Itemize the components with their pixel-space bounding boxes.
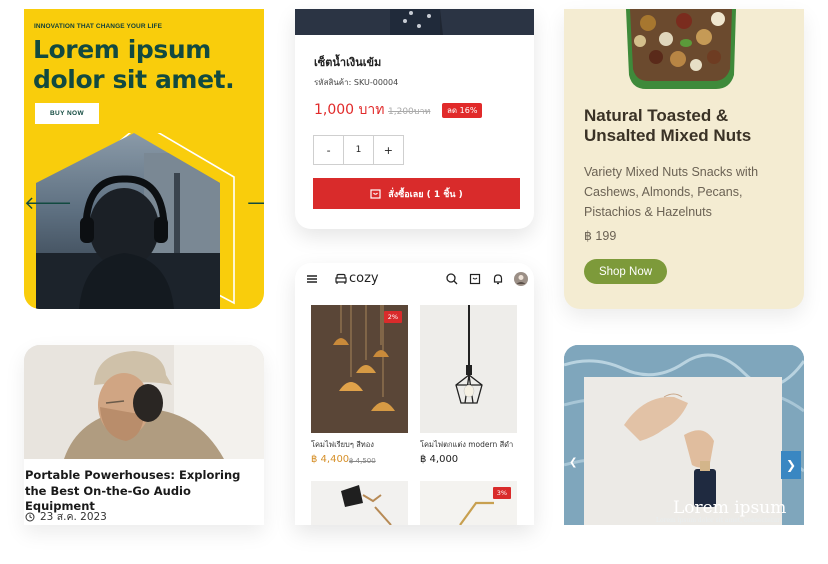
shop-topbar: cozy xyxy=(295,263,534,295)
buy-now-button[interactable]: BUY NOW xyxy=(35,103,99,124)
discount-badge: 3% xyxy=(492,487,511,499)
nuts-title: Natural Toasted & Unsalted Mixed Nuts xyxy=(584,106,752,145)
blog-date-row: 23 ส.ค. 2023 xyxy=(25,508,107,525)
black-geometric-lamp-image xyxy=(420,305,517,433)
blog-post-card[interactable]: Portable Powerhouses: Exploring the Best… xyxy=(24,345,264,525)
product-tile[interactable]: 2% xyxy=(311,305,408,433)
qty-minus-button[interactable]: - xyxy=(314,136,343,164)
product-name[interactable]: โคมไฟเรียบๆ สีทอง xyxy=(311,439,374,451)
gold-pendant-lamp-image xyxy=(311,305,408,433)
product-price: ฿ 4,000 xyxy=(420,454,459,465)
product-price: ฿ 4,400 xyxy=(311,454,350,465)
order-now-label: สั่งซื้อเลย ( 1 ชิ้น ) xyxy=(388,189,463,200)
promo-banner-card: INNOVATION THAT CHANGE YOUR LIFE Lorem i… xyxy=(24,9,264,309)
nuts-product-card: Natural Toasted & Unsalted Mixed Nuts Va… xyxy=(564,9,804,309)
discount-badge: ลด 16% xyxy=(442,103,483,118)
product-sku: รหัสสินค้า: SKU-00004 xyxy=(314,78,399,87)
arrow-left-icon[interactable]: 🡐 xyxy=(24,195,72,213)
product-old-price: 1,200บาท xyxy=(388,107,431,117)
qty-input[interactable]: 1 xyxy=(343,136,374,164)
product-tile[interactable] xyxy=(311,481,408,525)
promo-headline: Lorem ipsum dolor sit amet. xyxy=(33,35,235,94)
product-tile[interactable]: 3% xyxy=(420,481,517,525)
promo-hexagon-photo xyxy=(36,133,235,309)
blog-photo xyxy=(24,345,264,459)
order-now-button[interactable]: สั่งซื้อเลย ( 1 ชิ้น ) xyxy=(313,178,520,209)
arrow-right-icon[interactable]: 🡒 xyxy=(246,195,264,213)
image-carousel-card: ❮ ❯ Lorem ipsum Lorem ipsum dolor sit am… xyxy=(564,345,804,525)
shop-listing-card: cozy 2% โคมไฟเรียบๆ สีทอง ฿ 4,400 ฿ 4,50… xyxy=(295,263,534,525)
product-name[interactable]: โคมไฟตกแต่ง modern สีดำ xyxy=(420,439,513,451)
qty-plus-button[interactable]: + xyxy=(374,136,403,164)
product-old-price: ฿ 4,500 xyxy=(349,457,376,465)
product-price: 1,000 บาท xyxy=(314,102,385,118)
bag-icon[interactable] xyxy=(468,272,482,286)
brand-name: cozy xyxy=(349,271,379,286)
discount-badge: 2% xyxy=(383,311,402,323)
sofa-logo-icon xyxy=(335,273,347,284)
blog-date: 23 ส.ค. 2023 xyxy=(40,511,107,523)
promo-kicker: INNOVATION THAT CHANGE YOUR LIFE xyxy=(34,23,163,30)
product-detail-card: เซ็ตน้ำเงินเข้ม รหัสสินค้า: SKU-00004 1,… xyxy=(295,9,534,229)
search-icon[interactable] xyxy=(445,272,459,286)
cart-icon xyxy=(370,189,381,199)
product-name: เซ็ตน้ำเงินเข้ม xyxy=(314,56,382,69)
chevron-left-icon[interactable]: ❮ xyxy=(569,457,577,468)
spotlight-lamp-image xyxy=(311,481,408,525)
nuts-description: Variety Mixed Nuts Snacks with Cashews, … xyxy=(584,165,759,219)
clock-icon xyxy=(25,512,35,521)
chevron-right-icon[interactable]: ❯ xyxy=(781,451,801,479)
menu-icon[interactable] xyxy=(305,272,319,286)
product-tile[interactable] xyxy=(420,305,517,433)
carousel-caption: Lorem ipsum xyxy=(673,498,787,518)
nuts-price: ฿ 199 xyxy=(584,229,617,243)
nuts-bag-image xyxy=(626,9,736,89)
carousel-subcaption: Lorem ipsum dolor sit amet, consectetur xyxy=(656,517,780,524)
bell-icon[interactable] xyxy=(491,272,505,286)
product-photo xyxy=(295,9,534,35)
shop-now-button[interactable]: Shop Now xyxy=(584,259,667,284)
avatar[interactable] xyxy=(514,272,528,286)
shop-brand[interactable]: cozy xyxy=(335,271,379,286)
quantity-stepper: - 1 + xyxy=(313,135,404,165)
